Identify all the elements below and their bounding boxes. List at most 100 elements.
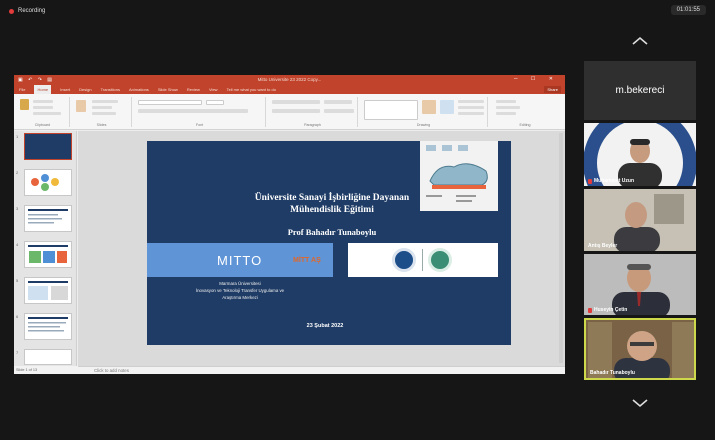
slide-editing-area[interactable]: Üniversite Sanayi İşbirliğine Dayanan Mü… — [78, 131, 565, 366]
smartart-button[interactable] — [324, 109, 354, 113]
thumb-number: 1 — [16, 134, 19, 139]
participant-label: Bahadır Tunaboylu — [590, 370, 635, 376]
section-button[interactable] — [92, 112, 116, 115]
select-button[interactable] — [496, 112, 516, 115]
scroll-down-chevron-icon[interactable] — [631, 398, 649, 408]
share-button[interactable]: Share — [544, 86, 561, 93]
thumb-number: 4 — [16, 242, 19, 247]
slide-thumbnail[interactable] — [24, 277, 72, 304]
shape-outline-button[interactable] — [458, 106, 484, 109]
participant-name: Bahadır Tunaboylu — [590, 370, 635, 376]
notes-placeholder: Click to add notes — [94, 368, 129, 373]
replace-button[interactable] — [496, 106, 520, 109]
slide-thumbnail[interactable] — [24, 169, 72, 196]
ribbon-group-slides: Slides — [72, 97, 132, 127]
cut-button[interactable] — [33, 100, 53, 103]
participant-tile-huseyin-cetin[interactable]: Huseyin Çetin — [584, 254, 696, 315]
participant-label: Antış Beyler — [588, 243, 617, 249]
slide-thumbnail[interactable] — [24, 133, 72, 160]
thumb-number: 2 — [16, 170, 19, 175]
tab-design[interactable]: Design — [79, 85, 91, 94]
notes-pane[interactable]: Click to add notes — [78, 366, 565, 374]
participant-tile-antis-beyler[interactable]: Antış Beyler — [584, 189, 696, 251]
thumb-number: 7 — [16, 350, 19, 355]
participant-name: Huseyin Çetin — [594, 307, 628, 313]
quick-styles-button[interactable] — [440, 100, 454, 114]
paste-icon[interactable] — [20, 99, 29, 110]
shoe-image — [420, 141, 498, 211]
ribbon-group-editing: Editing — [490, 97, 560, 127]
font-size-select[interactable] — [206, 100, 224, 105]
window-controls[interactable]: ─ ☐ ✕ — [514, 76, 559, 82]
tab-home[interactable]: Home — [34, 85, 52, 94]
copy-button[interactable] — [33, 106, 53, 109]
slide-title-line-1: Üniversite Sanayi İşbirliğine Dayanan — [254, 193, 410, 203]
mitto-band: MITTO MİTT AŞ — [147, 243, 333, 277]
participant-name: Muhammet Uzun — [594, 178, 634, 184]
align-buttons[interactable] — [272, 109, 320, 113]
font-family-select[interactable] — [138, 100, 202, 105]
logos-box — [348, 243, 498, 277]
group-label: Clipboard — [34, 123, 51, 127]
tab-view[interactable]: View — [209, 85, 218, 94]
find-button[interactable] — [496, 100, 516, 103]
arrange-button[interactable] — [422, 100, 436, 114]
slide-thumbnail[interactable] — [24, 349, 72, 365]
participant-tile-m-bekereci[interactable]: m.bekereci — [584, 61, 696, 120]
ribbon-group-drawing: Drawing — [360, 97, 488, 127]
ribbon: Clipboard Slides Font Paragraph Drawing … — [14, 94, 565, 130]
logo-separator — [422, 249, 423, 271]
format-painter-button[interactable] — [33, 112, 61, 115]
shape-effects-button[interactable] — [458, 112, 484, 115]
meeting-timer: 01:01:55 — [670, 5, 706, 15]
shared-screen-powerpoint[interactable]: ▣ ↶ ↷ ▤ Mitto Universite 23 2022 Copy...… — [14, 75, 565, 374]
participant-tile-bahadir-tunaboylu[interactable]: Bahadır Tunaboylu — [584, 318, 696, 380]
slide-thumbnails-pane: 1 2 3 4 5 6 7 — [14, 131, 77, 366]
text-direction-button[interactable] — [324, 100, 352, 104]
reset-button[interactable] — [92, 106, 112, 109]
record-dot-icon — [9, 8, 14, 14]
participant-label: Muhammet Uzun — [588, 178, 634, 184]
recording-indicator: Recording — [9, 8, 45, 14]
participant-tile-muhammet-uzun[interactable]: Muhammet Uzun — [584, 123, 696, 186]
list-buttons[interactable] — [272, 100, 320, 104]
slide-university: Marmara Üniversitesi — [219, 281, 261, 286]
slide-center-line-1: İnovasyon ve Teknoloji Transfer Uygulama… — [195, 288, 285, 293]
font-format-buttons[interactable] — [138, 109, 248, 113]
tab-review[interactable]: Review — [187, 85, 200, 94]
participant-name: Antış Beyler — [588, 243, 618, 249]
slide-date: 23 Şubat 2022 — [306, 323, 344, 329]
slide-thumbnail[interactable] — [24, 241, 72, 268]
video-feed — [584, 254, 696, 315]
tab-file[interactable]: File — [19, 85, 25, 94]
slide-thumbnail[interactable] — [24, 313, 72, 340]
shape-fill-button[interactable] — [458, 100, 484, 103]
participant-label: Huseyin Çetin — [588, 307, 627, 313]
slide-title-line-2: Mühendislik Eğitimi — [290, 205, 374, 215]
slide-thumbnail[interactable] — [24, 205, 72, 232]
ribbon-group-clipboard: Clipboard — [16, 97, 70, 127]
group-label: Drawing — [416, 123, 431, 127]
tell-me-search[interactable]: Tell me what you want to do — [227, 85, 276, 94]
new-slide-button[interactable] — [76, 100, 86, 112]
tab-transitions[interactable]: Transitions — [101, 85, 120, 94]
tab-animations[interactable]: Animations — [129, 85, 149, 94]
tab-slide-show[interactable]: Slide Show — [158, 85, 178, 94]
center-logo — [428, 248, 452, 272]
layout-button[interactable] — [92, 100, 118, 103]
group-label: Paragraph — [304, 123, 321, 127]
current-slide[interactable]: Üniversite Sanayi İşbirliğine Dayanan Mü… — [147, 141, 511, 345]
scroll-up-chevron-icon[interactable] — [631, 36, 649, 46]
video-feed — [584, 189, 696, 251]
marmara-university-logo — [392, 248, 416, 272]
meeting-window: Recording 01:01:55 ▣ ↶ ↷ ▤ Mitto Univers… — [0, 0, 715, 440]
mittas-label: MİTT AŞ — [293, 257, 321, 264]
video-feed — [584, 123, 696, 186]
vertical-scrollbar[interactable] — [559, 133, 563, 363]
tab-insert[interactable]: Insert — [60, 85, 70, 94]
shapes-gallery[interactable] — [364, 100, 418, 120]
mic-muted-icon — [588, 178, 592, 184]
mitto-label: MITTO — [217, 253, 263, 268]
ribbon-group-paragraph: Paragraph — [268, 97, 358, 127]
ppt-titlebar: ▣ ↶ ↷ ▤ Mitto Universite 23 2022 Copy...… — [14, 75, 565, 85]
